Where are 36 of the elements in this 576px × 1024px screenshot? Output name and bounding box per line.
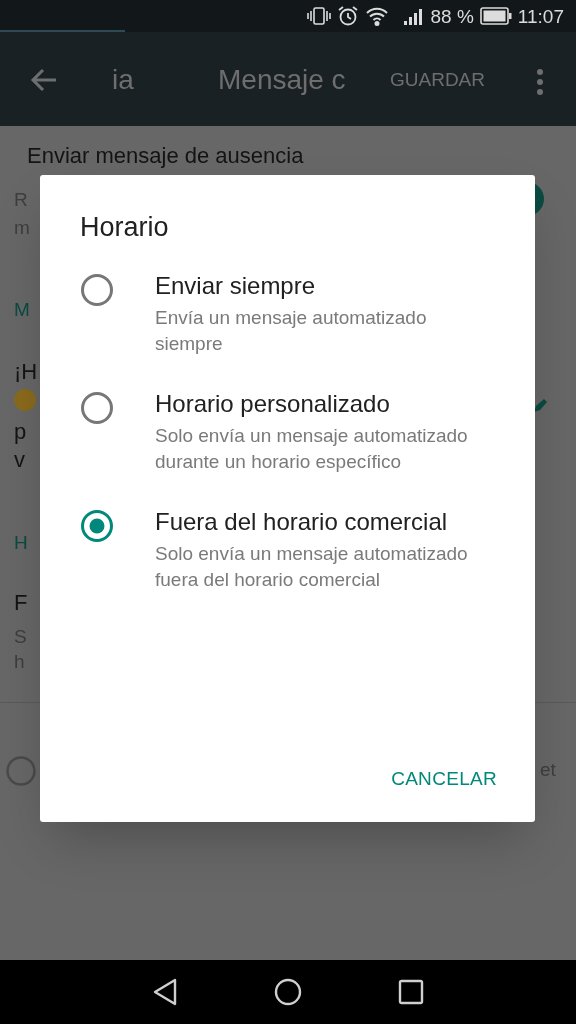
setting-text: F: [14, 589, 28, 617]
back-nav-icon[interactable]: [152, 978, 178, 1006]
option-description: Solo envía un mensaje automatizado fuera del horario comercial: [155, 542, 469, 592]
radio-option[interactable]: Horario personalizado Solo envía un mensaje automatizado durante un horario específico: [40, 387, 535, 475]
radio-button[interactable]: [80, 273, 114, 307]
setting-title: Enviar mensaje de ausencia: [27, 142, 304, 170]
clock-time: 11:07: [517, 6, 564, 26]
alarm-icon: [336, 5, 359, 27]
radio-button[interactable]: [80, 509, 114, 543]
back-arrow-icon[interactable]: [30, 68, 58, 92]
option-label: Horario personalizado: [155, 389, 391, 419]
battery-icon: [479, 7, 512, 25]
signal-icon: [402, 6, 425, 26]
wifi-icon: [364, 6, 389, 26]
screen-title: Mensaje c: [218, 64, 346, 96]
option-label: Fuera del horario comercial: [155, 507, 449, 537]
cancel-button[interactable]: CANCELAR: [391, 766, 497, 792]
radio-option[interactable]: Fuera del horario comercial Solo envía un mensaje automatizado fuera del horario comercial: [40, 505, 535, 593]
radio-button[interactable]: [80, 391, 114, 425]
pencil-icon: [532, 398, 548, 414]
dialog-title: Horario: [80, 212, 169, 242]
section-header: M: [14, 298, 30, 322]
home-nav-icon[interactable]: [274, 978, 302, 1006]
setting-text: p: [14, 418, 27, 446]
option-description: Envía un mensaje automatizado siempre: [155, 306, 428, 356]
setting-text: v: [14, 446, 25, 474]
section-header: H: [14, 531, 28, 555]
option-description: Solo envía un mensaje automatizado durante un horario específico: [155, 424, 469, 474]
option-label: Enviar siempre: [155, 271, 317, 301]
vibrate-icon: [306, 6, 331, 26]
battery-percent: 88 %: [430, 6, 474, 26]
more-options-icon[interactable]: [534, 68, 546, 96]
radio-option[interactable]: Enviar siempre Envía un mensaje automatizado siempre: [40, 269, 535, 357]
setting-text: ¡H: [14, 358, 38, 386]
recents-nav-icon[interactable]: [398, 979, 424, 1005]
tab-title-fragment: ia: [112, 64, 134, 96]
